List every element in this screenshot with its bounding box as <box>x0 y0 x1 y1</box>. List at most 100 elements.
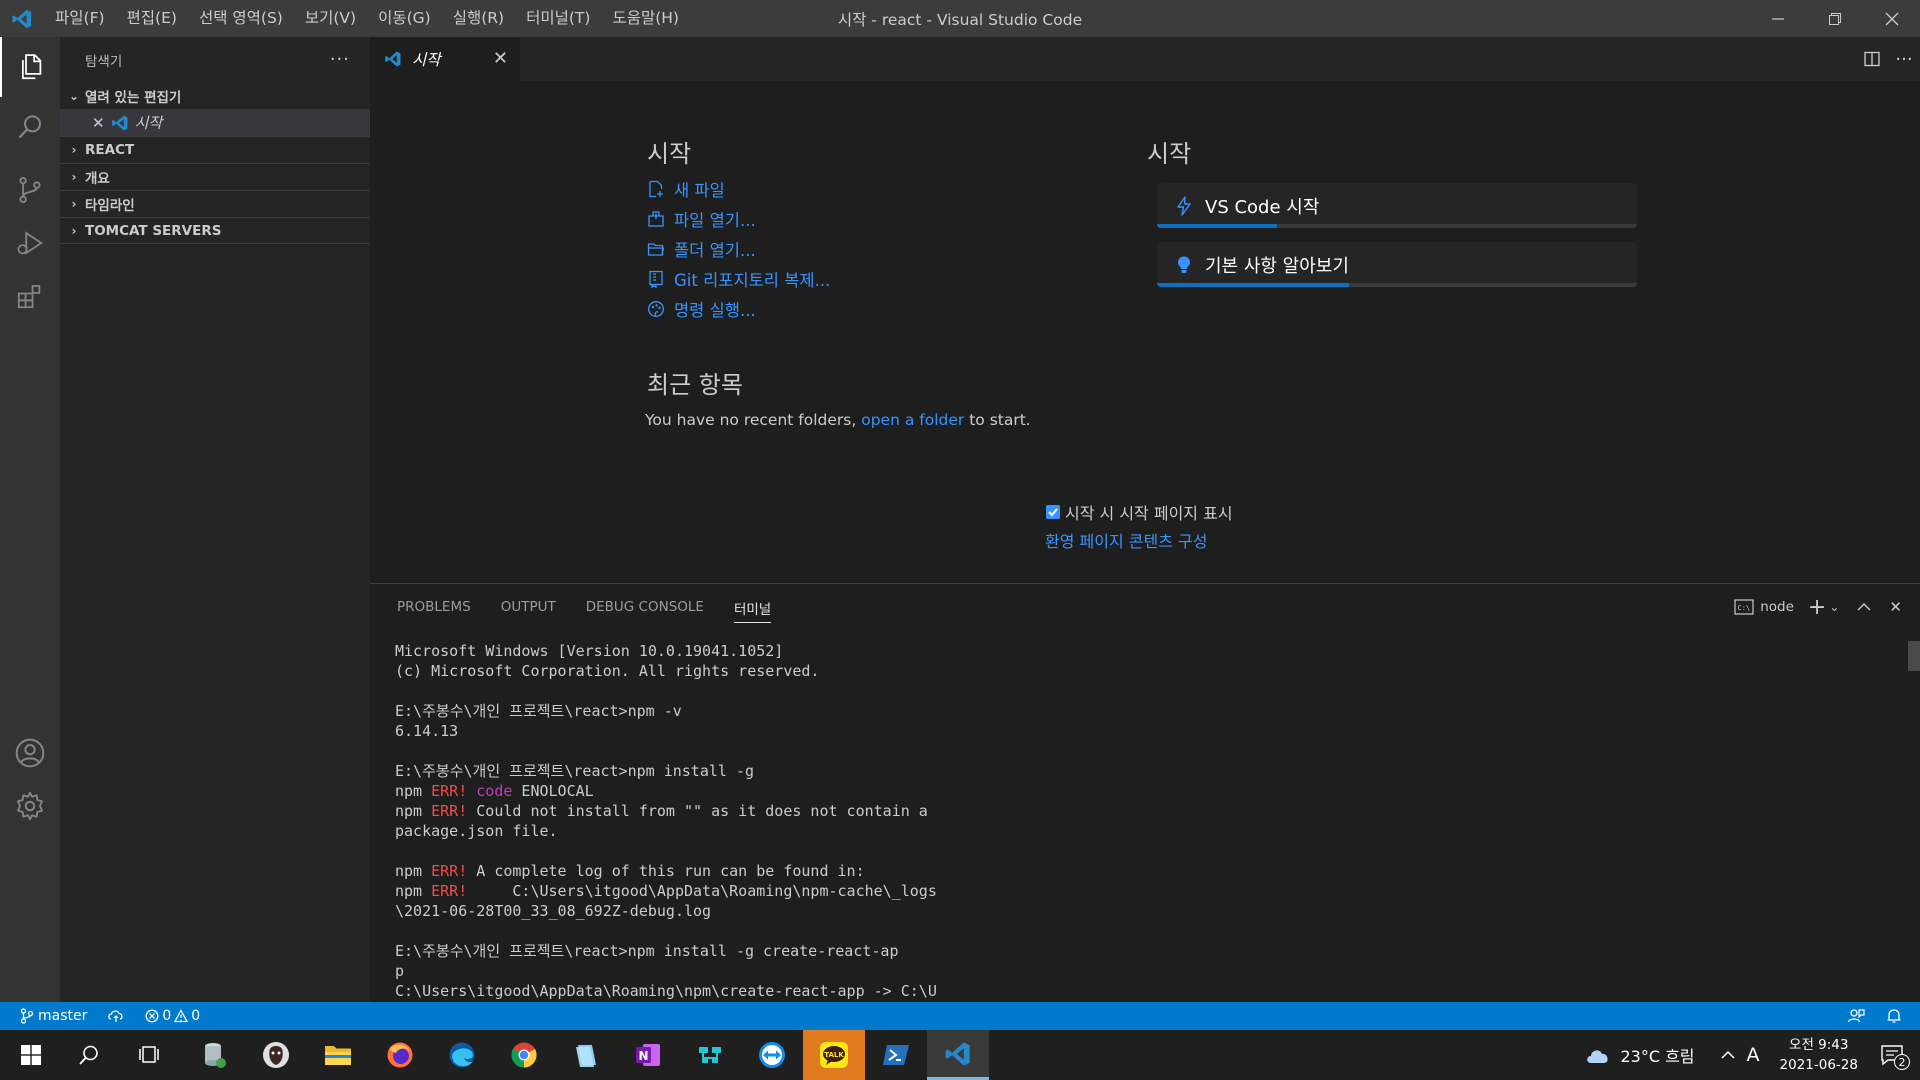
tray-chevron-up-icon[interactable] <box>1721 1050 1735 1060</box>
branch-item[interactable]: master <box>20 1008 87 1024</box>
app-network-icon[interactable] <box>679 1030 741 1080</box>
firefox-icon[interactable] <box>369 1030 431 1080</box>
menu-file[interactable]: 파일(F) <box>44 0 116 37</box>
terminal-output[interactable]: Microsoft Windows [Version 10.0.19041.10… <box>395 641 1875 1001</box>
action-center-icon[interactable]: 2 <box>1880 1044 1910 1070</box>
link-label: 파일 열기... <box>674 211 756 230</box>
walkthrough-progress-fill <box>1157 283 1349 287</box>
task-view-icon[interactable] <box>118 1030 180 1080</box>
terminal-scrollbar[interactable] <box>1908 641 1920 671</box>
menu-selection[interactable]: 선택 영역(S) <box>188 0 294 37</box>
file-explorer-icon[interactable] <box>307 1030 369 1080</box>
menu-help[interactable]: 도움말(H) <box>601 0 690 37</box>
feedback-icon[interactable] <box>1847 1008 1865 1024</box>
open-editor-item[interactable]: ✕ 시작 <box>60 109 370 136</box>
close-editor-icon[interactable]: ✕ <box>92 114 105 132</box>
more-actions-icon[interactable]: ··· <box>330 49 350 70</box>
weather-cloud-icon[interactable] <box>1584 1045 1612 1065</box>
taskbar-search-icon[interactable] <box>58 1030 120 1080</box>
settings-gear-icon[interactable] <box>0 776 60 836</box>
ime-indicator[interactable]: A <box>1747 1044 1760 1066</box>
powershell-icon[interactable] <box>865 1030 927 1080</box>
sync-icon[interactable] <box>107 1009 125 1023</box>
onenote-icon[interactable]: N <box>617 1030 679 1080</box>
teamviewer-icon[interactable] <box>741 1030 803 1080</box>
open-folder-link[interactable]: 폴더 열기... <box>647 234 756 264</box>
terminal-name[interactable]: node <box>1760 599 1794 615</box>
tab-welcome[interactable]: 시작 ✕ <box>370 37 520 81</box>
chevron-down-icon[interactable]: ⌄ <box>1829 600 1839 614</box>
walkthrough-vscode[interactable]: VS Code 시작 <box>1157 183 1637 228</box>
link-label: Git 리포지토리 복제... <box>674 271 831 290</box>
menu-go[interactable]: 이동(G) <box>367 0 442 37</box>
restore-icon[interactable] <box>1806 0 1863 37</box>
new-terminal-icon[interactable]: + <box>1808 595 1826 620</box>
walkthrough-progress <box>1157 224 1637 228</box>
close-panel-icon[interactable]: ✕ <box>1889 598 1902 616</box>
search-icon[interactable] <box>0 97 60 157</box>
close-window-icon[interactable] <box>1863 0 1920 37</box>
error-count: 0 <box>162 1008 172 1024</box>
menu-view[interactable]: 보기(V) <box>294 0 367 37</box>
walkthrough-progress-fill <box>1157 224 1277 228</box>
new-file-link[interactable]: 새 파일 <box>647 174 725 204</box>
problems-item[interactable]: 0 0 <box>145 1008 200 1024</box>
close-tab-icon[interactable]: ✕ <box>493 48 508 69</box>
menu-run[interactable]: 실행(R) <box>442 0 515 37</box>
maximize-panel-icon[interactable] <box>1857 602 1871 612</box>
sidebar-section-tomcat[interactable]: › TOMCAT SERVERS <box>60 217 370 244</box>
status-bar: master 0 0 <box>0 1002 1920 1030</box>
source-control-icon[interactable] <box>0 160 60 220</box>
tab-label: 시작 <box>412 51 441 69</box>
minimize-icon[interactable] <box>1749 0 1806 37</box>
tab-terminal[interactable]: 터미널 <box>733 593 772 623</box>
open-editors-section[interactable]: ⌄ 열려 있는 편집기 <box>60 82 370 109</box>
lightbulb-icon <box>1175 255 1193 275</box>
tab-problems[interactable]: PROBLEMS <box>397 584 471 630</box>
configure-welcome-link[interactable]: 환영 페이지 콘텐츠 구성 <box>1045 528 1207 552</box>
vscode-logo-icon <box>0 0 44 37</box>
app-database-icon[interactable] <box>183 1030 245 1080</box>
open-file-link[interactable]: 파일 열기... <box>647 204 756 234</box>
new-file-icon <box>649 180 663 198</box>
app-notes-icon[interactable] <box>555 1030 617 1080</box>
chrome-icon[interactable] <box>493 1030 555 1080</box>
sidebar-section-react[interactable]: › REACT <box>60 136 370 163</box>
menu-edit[interactable]: 편집(E) <box>116 0 188 37</box>
run-debug-icon[interactable] <box>0 213 60 273</box>
vscode-taskbar-icon[interactable] <box>927 1030 989 1080</box>
sidebar-section-outline[interactable]: › 개요 <box>60 163 370 190</box>
terminal-line: npm ERR! Could not install from "" as it… <box>395 802 928 820</box>
split-editor-icon[interactable] <box>1856 50 1888 68</box>
clone-git-link[interactable]: Git 리포지토리 복제... <box>647 264 830 294</box>
recent-text-post: to start. <box>969 411 1031 429</box>
branch-name: master <box>38 1008 88 1024</box>
terminal-line: npm ERR! code ENOLOCAL <box>395 782 594 800</box>
extensions-icon[interactable] <box>0 266 60 326</box>
windows-start-icon[interactable] <box>0 1030 62 1080</box>
section-label: 개요 <box>85 171 110 187</box>
weather-text[interactable]: 23°C 흐림 <box>1620 1043 1694 1067</box>
tab-debug-console[interactable]: DEBUG CONSOLE <box>586 584 704 630</box>
run-command-link[interactable]: 명령 실행... <box>647 294 756 324</box>
open-folder-inline-link[interactable]: open a folder <box>861 411 964 429</box>
more-actions-icon[interactable]: ··· <box>1888 49 1920 70</box>
startup-checkbox[interactable] <box>1046 505 1060 519</box>
edge-icon[interactable] <box>431 1030 493 1080</box>
explorer-icon[interactable] <box>0 37 60 97</box>
walkthrough-basics[interactable]: 기본 사항 알아보기 <box>1157 242 1637 287</box>
chevron-right-icon: › <box>71 223 77 238</box>
menu-bar: 파일(F) 편집(E) 선택 영역(S) 보기(V) 이동(G) 실행(R) 터… <box>44 0 690 37</box>
menu-terminal[interactable]: 터미널(T) <box>515 0 601 37</box>
app-animal-icon[interactable] <box>245 1030 307 1080</box>
sidebar-section-timeline[interactable]: › 타임라인 <box>60 190 370 217</box>
tab-output[interactable]: OUTPUT <box>501 584 556 630</box>
chevron-right-icon: › <box>71 170 77 184</box>
clock[interactable]: 오전 9:43 2021-06-28 <box>1780 1035 1858 1075</box>
kakaotalk-icon[interactable]: TALK <box>803 1030 865 1080</box>
terminal-line: \2021-06-28T00_33_08_692Z-debug.log <box>395 902 712 920</box>
notifications-bell-icon[interactable] <box>1886 1008 1902 1024</box>
accounts-icon[interactable] <box>0 723 60 783</box>
